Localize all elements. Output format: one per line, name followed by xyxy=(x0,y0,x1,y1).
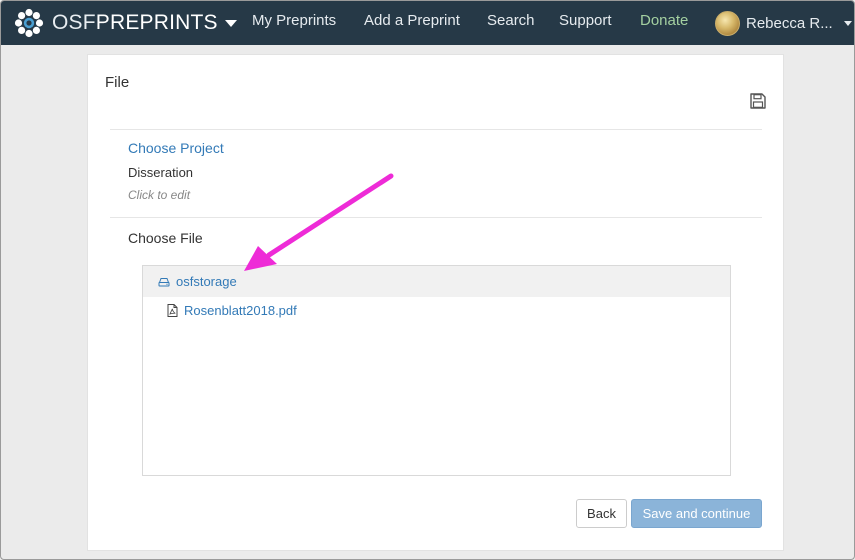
nav-search[interactable]: Search xyxy=(487,12,535,29)
project-name[interactable]: Disseration xyxy=(128,165,193,180)
file-name: Rosenblatt2018.pdf xyxy=(184,303,297,318)
pdf-file-icon xyxy=(167,304,178,317)
choose-file-label: Choose File xyxy=(128,230,203,246)
storage-label: osfstorage xyxy=(176,274,237,289)
brand-osf: OSF xyxy=(52,11,96,34)
divider xyxy=(110,217,762,218)
click-to-edit-hint[interactable]: Click to edit xyxy=(128,188,190,202)
user-name: Rebecca R... xyxy=(746,14,833,32)
divider xyxy=(110,129,762,130)
nav-support[interactable]: Support xyxy=(559,12,612,29)
nav-my-preprints[interactable]: My Preprints xyxy=(252,12,336,29)
panel-title: File xyxy=(105,74,130,91)
choose-project-link[interactable]: Choose Project xyxy=(128,140,224,156)
floppy-disk-icon[interactable] xyxy=(749,92,767,110)
nav-add-preprint[interactable]: Add a Preprint xyxy=(364,12,460,29)
caret-down-icon xyxy=(224,20,237,27)
app-frame: OSFPREPRINTS My Preprints Add a Preprint… xyxy=(0,0,855,560)
brand-preprints: PREPRINTS xyxy=(95,11,218,34)
brand-title: OSFPREPRINTS xyxy=(52,11,218,35)
user-menu[interactable]: Rebecca R... xyxy=(715,10,853,36)
file-row[interactable]: Rosenblatt2018.pdf xyxy=(143,297,730,324)
navbar: OSFPREPRINTS My Preprints Add a Preprint… xyxy=(1,1,854,45)
file-browser: osfstorage Rosenblatt2018.pdf xyxy=(142,265,731,476)
osf-logo-icon xyxy=(13,7,45,39)
back-button[interactable]: Back xyxy=(576,499,627,528)
brand-menu[interactable]: OSFPREPRINTS xyxy=(13,7,238,39)
avatar xyxy=(715,10,740,36)
caret-down-icon xyxy=(843,21,852,26)
hard-drive-icon xyxy=(158,277,170,286)
nav-donate[interactable]: Donate xyxy=(640,12,688,29)
file-panel: File Choose Project Disseration Click to… xyxy=(87,54,784,551)
save-and-continue-button[interactable]: Save and continue xyxy=(631,499,762,528)
storage-row[interactable]: osfstorage xyxy=(143,266,730,297)
